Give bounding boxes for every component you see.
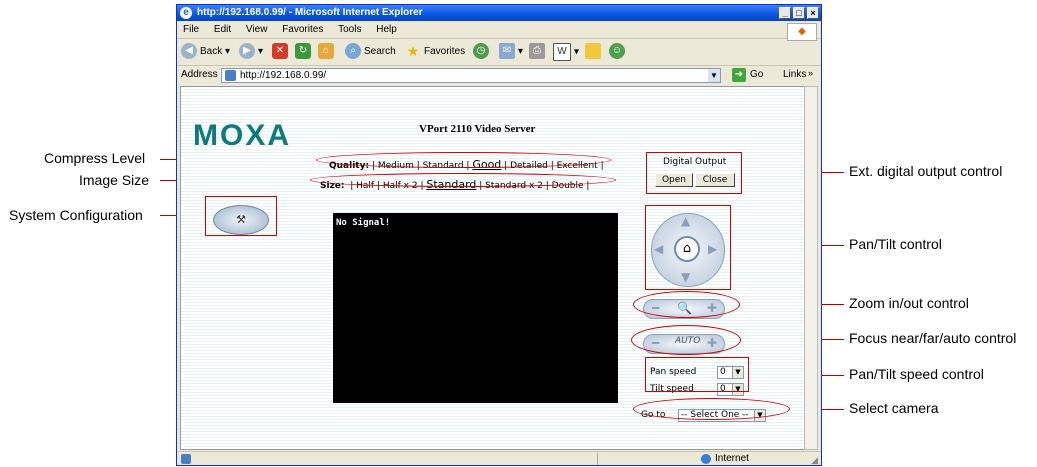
stop-button[interactable]: ✕ — [272, 43, 291, 61]
forward-button[interactable]: ▶ ▾ — [239, 43, 263, 61]
video-display: No Signal! — [333, 213, 618, 403]
pan-tilt-highlight — [645, 205, 731, 290]
status-divider — [597, 453, 688, 465]
globe-icon — [701, 454, 711, 464]
folder-icon — [585, 43, 601, 60]
print-button[interactable]: ⎙ — [529, 43, 548, 61]
quality-highlight — [316, 152, 611, 168]
address-dropdown-icon[interactable]: ▼ — [708, 69, 720, 82]
minimize-button[interactable]: _ — [779, 7, 791, 19]
status-zone: Internet — [715, 453, 749, 464]
refresh-button[interactable]: ↻ — [295, 43, 314, 61]
go-arrow-icon[interactable]: ➜ — [732, 68, 746, 82]
page-icon — [225, 70, 236, 81]
callout-digital-output: Ext. digital output control — [849, 163, 1003, 179]
refresh-icon: ↻ — [295, 43, 311, 60]
menu-help[interactable]: Help — [376, 24, 397, 35]
close-window-button[interactable]: × — [807, 7, 819, 19]
home-button[interactable]: ⌂ — [318, 43, 337, 61]
callout-select-camera: Select camera — [849, 400, 939, 416]
home-icon: ⌂ — [318, 43, 334, 60]
go-button[interactable]: Go — [750, 69, 763, 80]
config-highlight — [205, 196, 277, 236]
history-button[interactable]: ◷ — [473, 43, 492, 61]
links-button[interactable]: Links — [783, 69, 806, 80]
messenger-icon: ☺ — [609, 43, 625, 60]
callout-system-configuration: System Configuration — [9, 207, 143, 223]
address-label: Address — [181, 69, 218, 80]
stop-icon: ✕ — [272, 43, 288, 60]
favorites-label: Favorites — [424, 46, 466, 57]
favorites-button[interactable]: ★ Favorites — [405, 43, 465, 61]
search-button[interactable]: ⌕ Search — [345, 43, 396, 61]
menu-view[interactable]: View — [246, 24, 268, 35]
resize-grip-icon[interactable]: ◢ — [811, 453, 818, 467]
folder-button[interactable] — [585, 43, 604, 61]
video-status-text: No Signal! — [336, 218, 391, 228]
title-bar: e http://192.168.0.99/ - Microsoft Inter… — [177, 5, 821, 21]
address-input[interactable]: http://192.168.0.99/ ▼ — [221, 68, 721, 83]
status-bar: Internet ◢ — [177, 451, 821, 466]
callout-zoom: Zoom in/out control — [849, 295, 969, 311]
messenger-button[interactable]: ☺ — [609, 43, 628, 61]
maximize-button[interactable]: □ — [793, 7, 805, 19]
address-bar: Address http://192.168.0.99/ ▼ ➜ Go Link… — [177, 67, 821, 85]
callout-compress-level: Compress Level — [44, 150, 146, 166]
history-icon: ◷ — [473, 43, 489, 60]
focus-highlight — [631, 325, 741, 355]
callout-focus: Focus near/far/auto control — [849, 330, 1017, 346]
menu-bar: File Edit View Favorites Tools Help — [177, 22, 821, 39]
back-button[interactable]: ◀ Back ▾ — [181, 43, 230, 61]
mail-icon: ✉ — [499, 43, 515, 60]
back-label: Back — [200, 46, 223, 57]
ie-icon: e — [180, 7, 192, 19]
forward-arrow-icon: ▶ — [239, 43, 255, 60]
callout-speed: Pan/Tilt speed control — [849, 366, 984, 382]
menu-tools[interactable]: Tools — [338, 24, 361, 35]
address-value: http://192.168.0.99/ — [240, 70, 327, 81]
back-arrow-icon: ◀ — [181, 43, 197, 60]
star-icon: ★ — [406, 43, 420, 60]
search-label: Search — [364, 46, 396, 57]
menu-favorites[interactable]: Favorites — [282, 24, 323, 35]
vertical-scrollbar[interactable] — [804, 86, 818, 450]
callout-pan-tilt: Pan/Tilt control — [849, 236, 942, 252]
callout-image-size: Image Size — [79, 172, 150, 188]
digital-output-highlight — [646, 152, 742, 194]
moxa-logo: MOXA — [193, 119, 291, 152]
menu-file[interactable]: File — [183, 24, 199, 35]
toolbar: ◀ Back ▾ ▶ ▾ ✕ ↻ ⌂ ⌕ Search ★ Favorites ◷ ✉ ▾… — [177, 39, 821, 66]
server-title: VPort 2110 Video Server — [419, 123, 536, 135]
size-highlight — [310, 173, 616, 187]
search-icon: ⌕ — [345, 43, 361, 60]
links-chevron-icon[interactable]: » — [808, 68, 813, 78]
word-icon: W — [553, 43, 571, 61]
zoom-highlight — [633, 291, 740, 318]
window-title: http://192.168.0.99/ - Microsoft Interne… — [197, 7, 423, 18]
menu-edit[interactable]: Edit — [214, 24, 231, 35]
speed-highlight — [645, 357, 749, 392]
edit-word-button[interactable]: W ▾ — [553, 43, 579, 61]
status-page-icon — [181, 454, 191, 464]
mail-button[interactable]: ✉ ▾ — [499, 43, 523, 61]
camera-highlight — [633, 398, 790, 420]
print-icon: ⎙ — [529, 43, 545, 60]
